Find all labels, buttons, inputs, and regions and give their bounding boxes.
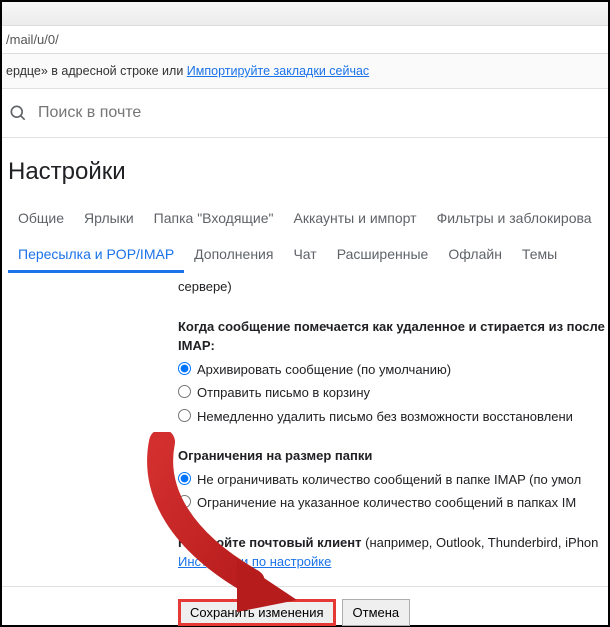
search-bar[interactable]	[2, 89, 608, 138]
radio-no-limit-label: Не ограничивать количество сообщений в п…	[197, 470, 581, 490]
tab-accounts[interactable]: Аккаунты и импорт	[284, 202, 427, 234]
radio-trash-input[interactable]	[178, 385, 191, 398]
tab-themes[interactable]: Темы	[512, 238, 567, 273]
address-bar[interactable]: /mail/u/0/	[2, 26, 608, 54]
fragment-server-text: сервере)	[178, 277, 608, 297]
section-delete-heading: Когда сообщение помечается как удаленное…	[178, 319, 605, 334]
search-icon	[8, 103, 28, 123]
browser-chrome-top	[2, 2, 608, 26]
search-input[interactable]	[38, 104, 602, 122]
page-title: Настройки	[2, 138, 608, 202]
tab-forwarding-pop-imap[interactable]: Пересылка и POP/IMAP	[8, 238, 184, 273]
tab-addons[interactable]: Дополнения	[184, 238, 283, 273]
settings-tabs-row-2: Пересылка и POP/IMAP Дополнения Чат Расш…	[2, 238, 608, 273]
tab-chat[interactable]: Чат	[283, 238, 326, 273]
bookmark-hint-prefix: ердце» в адресной строке или	[6, 64, 187, 78]
tab-filters[interactable]: Фильтры и заблокирова	[427, 202, 602, 234]
section-limit-heading: Ограничения на размер папки	[178, 448, 372, 463]
radio-no-limit-input[interactable]	[178, 472, 191, 485]
tab-inbox[interactable]: Папка "Входящие"	[144, 202, 284, 234]
section-folder-limit: Ограничения на размер папки Не ограничив…	[178, 446, 608, 513]
radio-delete-now[interactable]: Немедленно удалить письмо без возможност…	[178, 407, 608, 427]
url-fragment: /mail/u/0/	[6, 32, 59, 47]
section-client-suffix: (например, Outlook, Thunderbird, iPhon	[362, 535, 599, 550]
radio-limit[interactable]: Ограничение на указанное количество сооб…	[178, 493, 608, 513]
radio-archive[interactable]: Архивировать сообщение (по умолчанию)	[178, 360, 608, 380]
section-mail-client: Настройте почтовый клиент (например, Out…	[178, 533, 608, 572]
settings-content: сервере) Когда сообщение помечается как …	[2, 273, 608, 572]
settings-tabs-row-1: Общие Ярлыки Папка "Входящие" Аккаунты и…	[2, 202, 608, 234]
bookmark-hint-bar: ердце» в адресной строке или Импортируйт…	[2, 54, 608, 89]
radio-trash-label: Отправить письмо в корзину	[197, 383, 370, 403]
radio-limit-input[interactable]	[178, 495, 191, 508]
section-delete-heading-2: IMAP:	[178, 338, 215, 353]
radio-trash[interactable]: Отправить письмо в корзину	[178, 383, 608, 403]
cancel-button[interactable]: Отмена	[342, 599, 411, 626]
import-bookmarks-link[interactable]: Импортируйте закладки сейчас	[187, 64, 369, 78]
radio-no-limit[interactable]: Не ограничивать количество сообщений в п…	[178, 470, 608, 490]
tab-advanced[interactable]: Расширенные	[327, 238, 439, 273]
setup-instructions-link[interactable]: Инструкции по настройке	[178, 554, 331, 569]
button-row: Сохранить изменения Отмена	[2, 587, 608, 626]
tab-offline[interactable]: Офлайн	[438, 238, 512, 273]
tab-labels[interactable]: Ярлыки	[74, 202, 144, 234]
section-client-heading: Настройте почтовый клиент	[178, 535, 362, 550]
save-changes-button[interactable]: Сохранить изменения	[178, 599, 336, 626]
radio-limit-label: Ограничение на указанное количество сооб…	[197, 493, 576, 513]
radio-delete-now-input[interactable]	[178, 409, 191, 422]
radio-archive-input[interactable]	[178, 362, 191, 375]
radio-archive-label: Архивировать сообщение (по умолчанию)	[197, 360, 451, 380]
tab-general[interactable]: Общие	[8, 202, 74, 234]
radio-delete-now-label: Немедленно удалить письмо без возможност…	[197, 407, 573, 427]
section-when-deleted: Когда сообщение помечается как удаленное…	[178, 317, 608, 427]
